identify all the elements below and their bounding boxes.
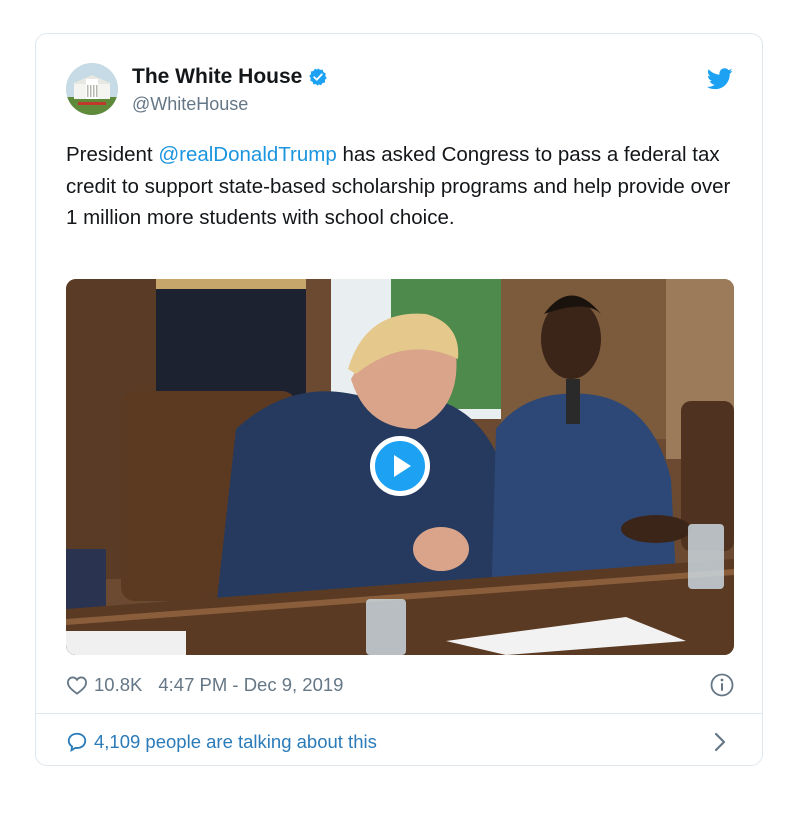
- tweet-meta: 10.8K 4:47 PM - Dec 9, 2019: [66, 671, 734, 699]
- author-handle[interactable]: @WhiteHouse: [132, 94, 248, 115]
- twitter-bird-icon[interactable]: [707, 68, 733, 90]
- play-icon: [394, 455, 411, 477]
- author-name-text: The White House: [132, 65, 303, 88]
- divider: [36, 713, 762, 714]
- tweet-text: President @realDonaldTrump has asked Con…: [66, 139, 736, 234]
- like-count[interactable]: 10.8K: [94, 674, 142, 696]
- mention-link[interactable]: @realDonaldTrump: [158, 143, 336, 166]
- info-icon[interactable]: [710, 673, 734, 697]
- chevron-right-icon: [714, 732, 726, 752]
- play-button[interactable]: [370, 436, 430, 496]
- heart-icon[interactable]: [66, 675, 88, 695]
- conversation-link[interactable]: 4,109 people are talking about this: [66, 728, 734, 756]
- tweet-timestamp[interactable]: 4:47 PM - Dec 9, 2019: [158, 674, 343, 696]
- author-name[interactable]: The White House: [132, 65, 328, 89]
- avatar[interactable]: [66, 63, 118, 115]
- conversation-text: 4,109 people are talking about this: [94, 731, 377, 752]
- tweet-text-lead: President: [66, 143, 159, 166]
- tweet-card[interactable]: The White House @WhiteHouse President @r…: [35, 33, 763, 766]
- verified-badge-icon: [309, 68, 328, 86]
- speech-bubble-icon: [67, 732, 87, 753]
- video-thumbnail[interactable]: [66, 279, 734, 655]
